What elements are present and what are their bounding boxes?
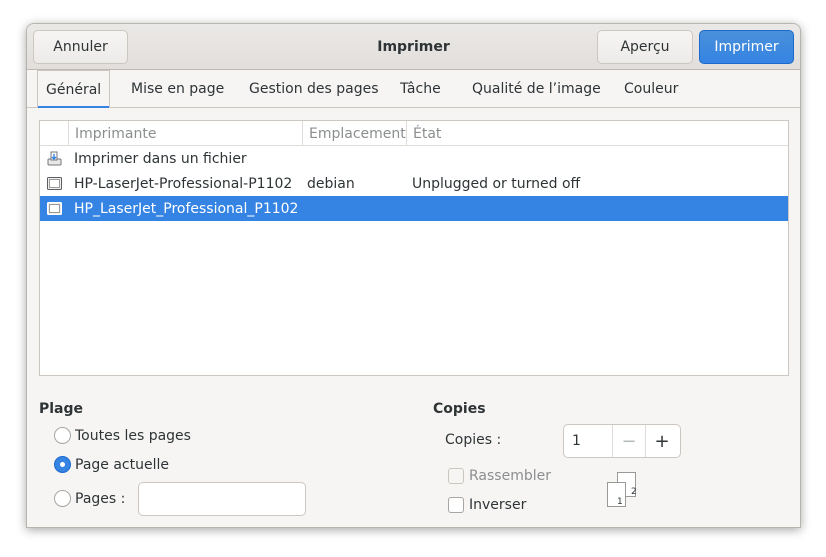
cancel-button[interactable]: Annuler	[33, 30, 128, 64]
radio-current-page-row[interactable]: Page actuelle	[54, 456, 169, 473]
printer-name: Imprimer dans un fichier	[74, 150, 247, 167]
copies-section-title: Copies	[433, 401, 486, 417]
collate-page-two: 2	[631, 487, 637, 497]
general-tab-content: Imprimante Emplacement État Imprimer dan…	[27, 108, 800, 527]
radio-all-pages-label: Toutes les pages	[75, 427, 191, 444]
radio-current-page-label: Page actuelle	[75, 456, 169, 473]
radio-current-page[interactable]	[54, 456, 71, 473]
reverse-checkbox[interactable]	[448, 497, 464, 513]
collate-preview-icon: 2 1	[607, 472, 637, 507]
print-dialog: Annuler Imprimer Aperçu Imprimer Général…	[26, 23, 801, 528]
reverse-row[interactable]: Inverser	[448, 497, 526, 513]
copies-label: Copies :	[445, 432, 502, 448]
printer-row[interactable]: HP-LaserJet-Professional-P1102 debian Un…	[40, 171, 788, 196]
printer-row-selected[interactable]: HP_LaserJet_Professional_P1102	[40, 196, 788, 221]
print-button[interactable]: Imprimer	[699, 30, 794, 64]
radio-pages[interactable]	[54, 490, 71, 507]
radio-pages-row[interactable]: Pages :	[54, 490, 125, 507]
radio-all-pages[interactable]	[54, 427, 71, 444]
print-to-file-icon	[47, 151, 62, 166]
printer-icon	[47, 177, 62, 190]
tab-bar: Général Mise en page Gestion des pages T…	[27, 70, 800, 109]
printer-name: HP_LaserJet_Professional_P1102	[74, 200, 299, 217]
copies-decrement-button[interactable]: −	[612, 425, 645, 457]
collate-page-one: 1	[617, 497, 623, 507]
collate-label: Rassembler	[469, 468, 551, 484]
reverse-label: Inverser	[469, 497, 527, 513]
column-header-printer[interactable]: Imprimante	[68, 121, 302, 146]
tab-page-setup[interactable]: Mise en page	[123, 70, 232, 108]
printer-icon	[47, 202, 62, 215]
pages-input[interactable]	[138, 482, 306, 516]
column-header-location[interactable]: Emplacement	[302, 121, 406, 146]
tab-job[interactable]: Tâche	[392, 70, 449, 108]
collate-checkbox[interactable]	[448, 468, 464, 484]
printer-location: debian	[307, 175, 355, 192]
header-bar: Annuler Imprimer Aperçu Imprimer	[27, 24, 800, 70]
preview-button[interactable]: Aperçu	[597, 30, 693, 64]
range-section-title: Plage	[39, 401, 84, 417]
column-header-state[interactable]: État	[406, 121, 789, 146]
tab-page-handling[interactable]: Gestion des pages	[241, 70, 387, 108]
tab-image-quality[interactable]: Qualité de l’image	[464, 70, 609, 108]
copies-increment-button[interactable]: +	[645, 425, 678, 457]
radio-pages-label: Pages :	[75, 490, 126, 507]
copies-spinner: 1 − +	[563, 424, 681, 458]
collate-row[interactable]: Rassembler	[448, 468, 551, 484]
printer-name: HP-LaserJet-Professional-P1102	[74, 175, 293, 192]
printer-list-header: Imprimante Emplacement État	[40, 121, 788, 146]
radio-all-pages-row[interactable]: Toutes les pages	[54, 427, 191, 444]
printer-list[interactable]: Imprimante Emplacement État Imprimer dan…	[39, 120, 789, 376]
printer-row[interactable]: Imprimer dans un fichier	[40, 146, 788, 171]
printer-state: Unplugged or turned off	[412, 175, 581, 192]
copies-value[interactable]: 1	[564, 425, 612, 457]
tab-general[interactable]: Général	[37, 70, 111, 109]
tab-color[interactable]: Couleur	[616, 70, 686, 108]
